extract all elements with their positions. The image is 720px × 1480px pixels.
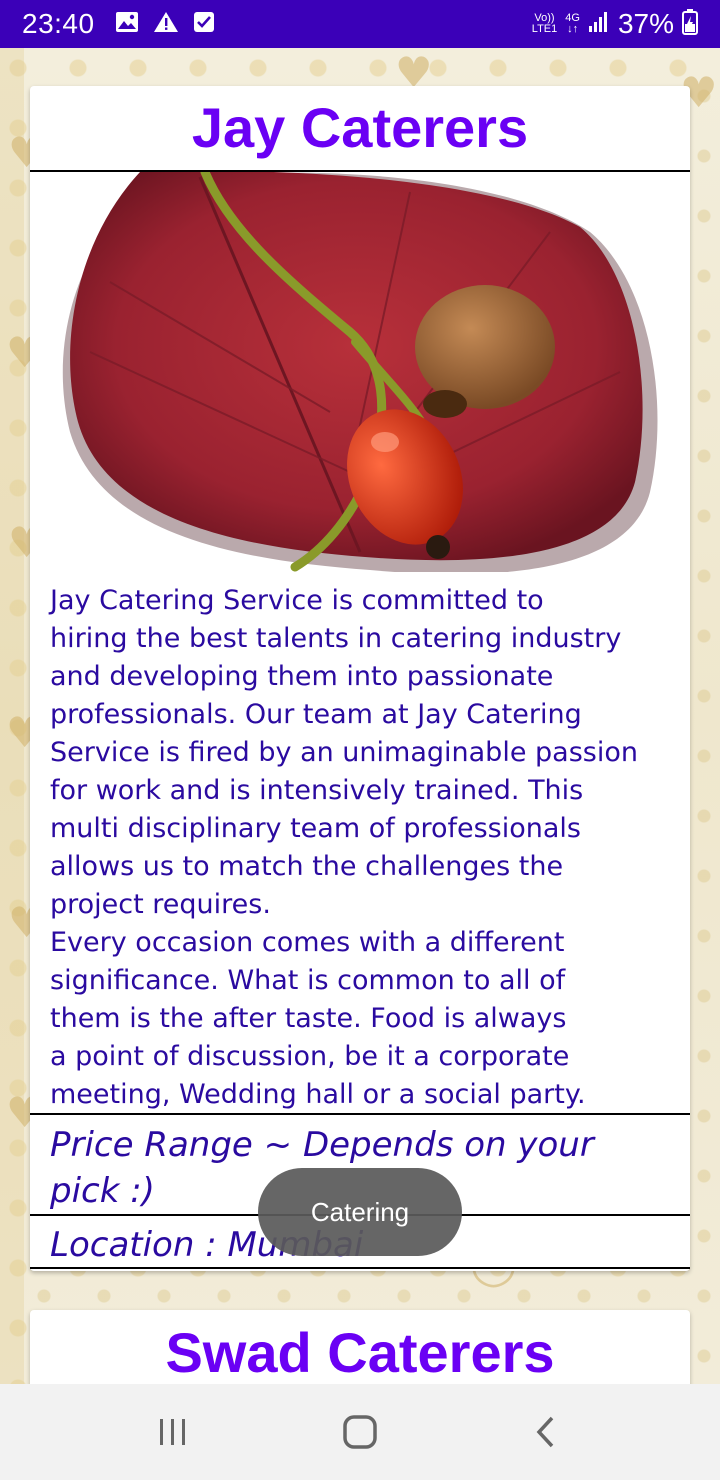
battery-percent: 37% — [617, 8, 674, 39]
autumn-leaf-acorn-rosehip-photo — [30, 172, 690, 572]
caterer-description: Jay Catering Service is committed to hir… — [50, 585, 638, 1110]
back-button[interactable] — [517, 1402, 577, 1462]
checkbox-icon — [193, 11, 215, 37]
caterer-name: Swad Caterers — [165, 1321, 555, 1384]
recent-apps-icon — [160, 1419, 186, 1445]
status-bar: 23:40 Vo)) LTE1 4G ↓↑ 37% — [0, 0, 720, 48]
caterer-card[interactable]: Jay Caterers Jay Catering Service is com… — [30, 86, 690, 1271]
caterer-name: Jay Caterers — [191, 96, 529, 159]
battery-icon — [682, 8, 698, 40]
network-type: 4G ↓↑ — [565, 12, 580, 35]
back-icon — [536, 1416, 553, 1448]
toast-message: Catering — [258, 1168, 462, 1256]
volte-label: Vo)) LTE1 — [531, 12, 558, 35]
image-icon — [115, 11, 139, 37]
divider — [30, 1267, 690, 1269]
signal-icon — [588, 11, 610, 38]
warning-icon — [153, 11, 179, 37]
recent-apps-button[interactable] — [143, 1402, 203, 1462]
divider — [30, 1113, 690, 1115]
status-time: 23:40 — [22, 8, 95, 39]
home-button[interactable] — [330, 1402, 390, 1462]
home-icon — [343, 1415, 377, 1449]
navigation-bar — [0, 1384, 720, 1480]
